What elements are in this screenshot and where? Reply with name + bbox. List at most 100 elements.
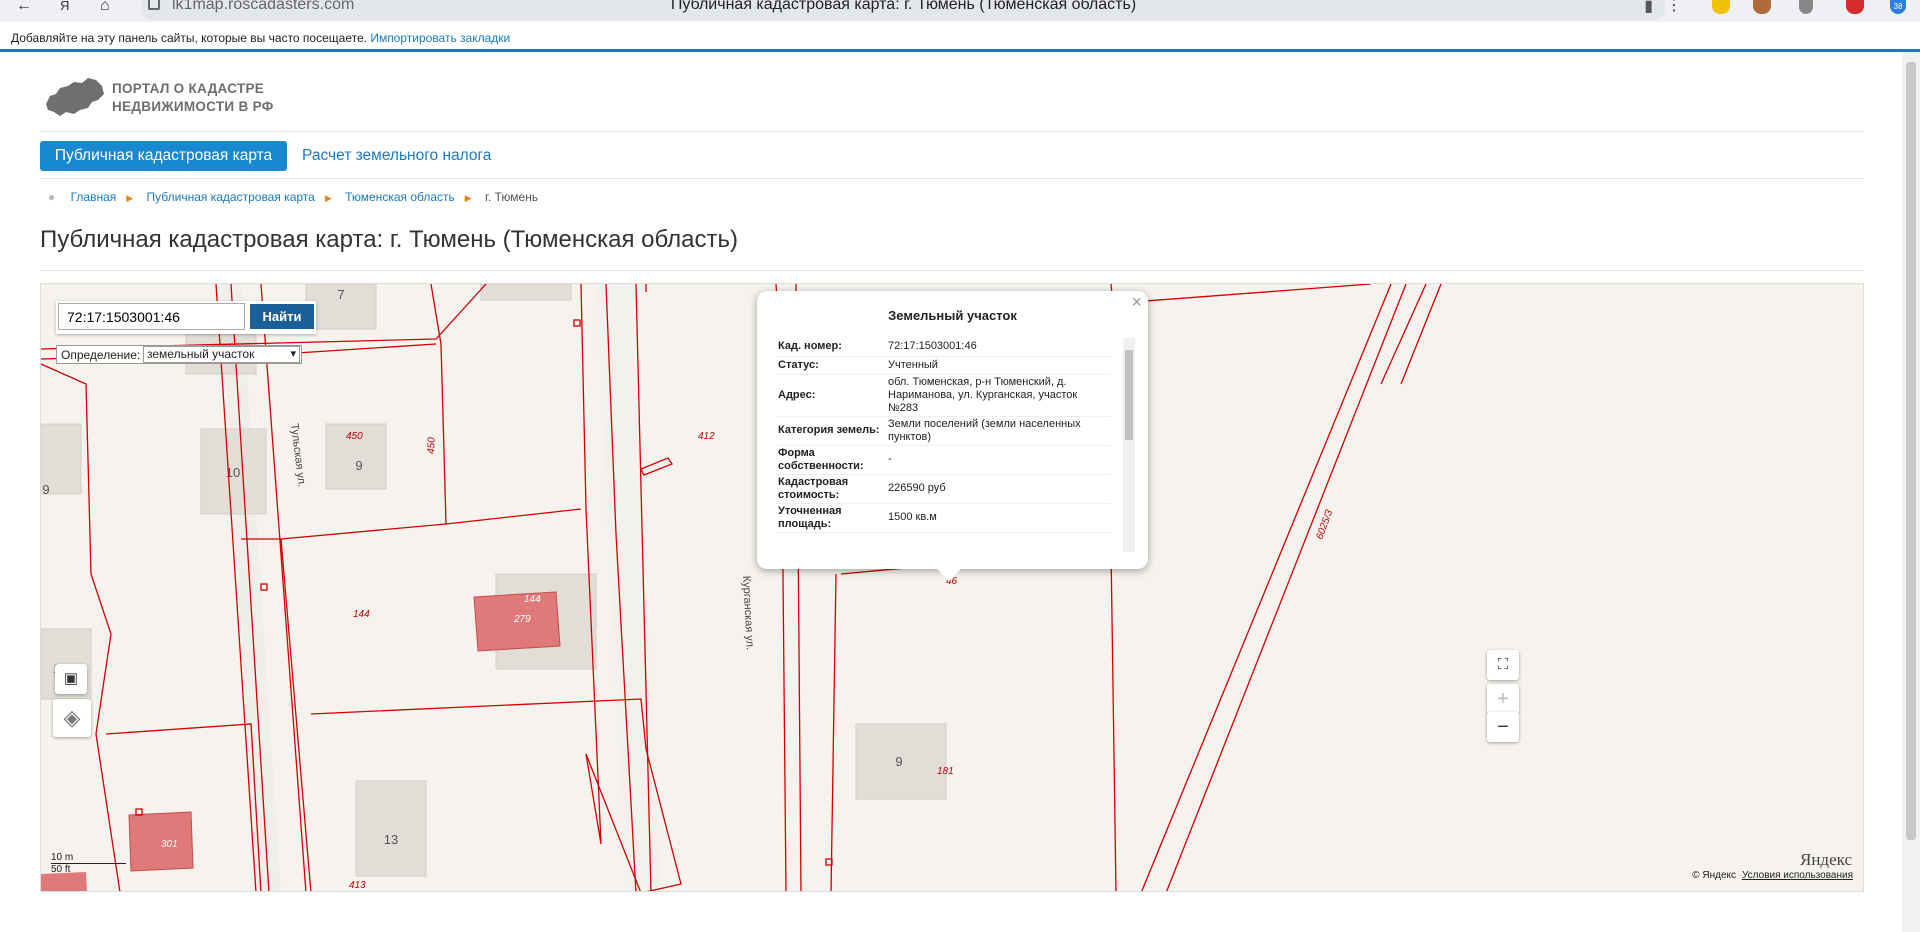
info-value: 72:17:1503001:46: [886, 338, 1111, 357]
terms-link[interactable]: Условия использования: [1742, 870, 1853, 881]
divider: [40, 178, 1864, 179]
home-icon[interactable]: ⌂: [100, 0, 110, 16]
cadastral-map[interactable]: 7 9 9 9 10 11 13 Тульская ул. Курганская…: [40, 283, 1864, 892]
logo-line1: ПОРТАЛ О КАДАСТРЕ: [112, 81, 265, 96]
definition-label: Определение:: [61, 348, 141, 362]
map-copyright: © Яндекс Условия использования: [1692, 870, 1853, 881]
fullscreen-icon[interactable]: ⛶: [1487, 650, 1519, 680]
breadcrumb-region[interactable]: Тюменская область: [345, 190, 455, 204]
house-number: 9: [895, 754, 902, 769]
table-row: Кад. номер: 72:17:1503001:46: [776, 338, 1111, 357]
zoom-out-icon[interactable]: −: [1487, 712, 1519, 742]
site-logo-text[interactable]: ПОРТАЛ О КАДАСТРЕ НЕДВИЖИМОСТИ В РФ: [112, 80, 274, 116]
tab-land-tax[interactable]: Расчет земельного налога: [302, 141, 491, 171]
parcel-label: 144: [353, 609, 370, 620]
russia-map-logo-icon[interactable]: [44, 74, 106, 118]
parcel-label: 450: [346, 431, 363, 442]
house-number: 7: [337, 287, 344, 302]
map-scale: 10 m 50 ft: [51, 852, 146, 875]
info-value: -: [886, 445, 1111, 475]
table-row: Уточненная площадь: 1500 кв.м: [776, 503, 1111, 533]
divider: [40, 270, 1864, 271]
building: [480, 284, 572, 301]
back-arrow-icon[interactable]: ←: [16, 0, 32, 16]
breadcrumb-map[interactable]: Публичная кадастровая карта: [147, 190, 315, 204]
info-value: 1500 кв.м: [886, 503, 1111, 533]
info-value: обл. Тюменская, р-н Тюменский, д. Нарима…: [886, 374, 1111, 417]
house-number: 9: [355, 458, 362, 473]
info-key: Кадастровая стоимость:: [776, 474, 886, 504]
extension-icon[interactable]: [1846, 0, 1864, 14]
breadcrumb-arrow-icon: ▶: [324, 193, 332, 203]
page-scrollbar[interactable]: [1902, 52, 1920, 932]
ruler-icon[interactable]: ▣: [55, 664, 87, 694]
layers-icon[interactable]: ◈: [53, 699, 91, 737]
cadastral-search: Найти: [56, 301, 316, 334]
table-row: Кадастровая стоимость: 226590 руб: [776, 474, 1111, 504]
definition-filter: Определение: земельный участок: [56, 345, 302, 364]
zoom-in-icon[interactable]: +: [1487, 684, 1519, 714]
page-title: Публичная кадастровая карта: г. Тюмень (…: [40, 226, 738, 253]
breadcrumb-arrow-icon: ▶: [126, 193, 134, 203]
parcel-label: 144: [524, 594, 541, 605]
info-value: Земли поселений (земли населенных пункто…: [886, 416, 1111, 446]
popup-title: Земельный участок: [888, 308, 1017, 323]
find-button[interactable]: Найти: [250, 304, 314, 329]
menu-dots-icon[interactable]: ⋮: [1666, 0, 1682, 16]
parcel-label: 301: [161, 839, 178, 850]
import-bookmarks-link[interactable]: Импортировать закладки: [370, 31, 510, 45]
bookmark-icon[interactable]: ▮: [1644, 0, 1653, 16]
info-key: Категория земель:: [776, 416, 886, 446]
scrollbar-thumb[interactable]: [1125, 350, 1133, 440]
breadcrumb-arrow-icon: ▶: [464, 193, 472, 203]
house-number: 10: [226, 465, 240, 480]
breadcrumb-home[interactable]: Главная: [71, 190, 117, 204]
browser-toolbar: ← Я ⌂ lk1map.roscadasters.com Публичная …: [0, 0, 1920, 22]
tab-title: Публичная кадастровая карта: г. Тюмень (…: [670, 0, 1137, 13]
tab-cadastral-map[interactable]: Публичная кадастровая карта: [40, 141, 287, 171]
bookmarks-bar: Добавляйте на эту панель сайты, которые …: [0, 22, 1920, 52]
extension-icon[interactable]: [1799, 0, 1813, 14]
info-value: 226590 руб: [886, 474, 1111, 504]
copyright-text: © Яндекс: [1692, 870, 1736, 881]
info-key: Уточненная площадь:: [776, 503, 886, 533]
location-pin-icon: ●: [48, 190, 56, 204]
cadastral-number-input[interactable]: [58, 303, 245, 330]
info-key: Форма собственности:: [776, 445, 886, 475]
divider: [40, 131, 1864, 132]
highlighted-building: [41, 872, 87, 891]
info-key: Статус:: [776, 356, 886, 375]
yandex-logo[interactable]: Яндекс: [1800, 850, 1852, 870]
popup-scrollbar[interactable]: [1123, 338, 1135, 552]
scrollbar-thumb[interactable]: [1906, 62, 1916, 840]
definition-select[interactable]: земельный участок: [143, 346, 300, 363]
building: [355, 780, 427, 877]
table-row: Статус: Учтенный: [776, 356, 1111, 375]
scale-metric: 10 m: [51, 852, 126, 864]
parcel-info-popup: × Земельный участок Кад. номер: 72:17:150…: [757, 291, 1148, 581]
notifications-badge[interactable]: 38: [1890, 0, 1906, 14]
parcel-label: 412: [698, 431, 715, 442]
breadcrumb-current: г. Тюмень: [485, 190, 539, 204]
parcel-label: 450: [426, 437, 438, 454]
bookmarks-prompt: Добавляйте на эту панель сайты, которые …: [11, 31, 367, 45]
parcel-label: 413: [349, 880, 366, 891]
parcel-label: 279: [513, 614, 531, 625]
street-label: Тульская ул.: [288, 423, 308, 488]
logo-line2: НЕДВИЖИМОСТИ В РФ: [112, 99, 274, 114]
table-row: Форма собственности: -: [776, 445, 1111, 475]
parcel-label: 6025/3: [1314, 508, 1335, 541]
table-row: Адрес: обл. Тюменская, р-н Тюменский, д. …: [776, 374, 1111, 417]
extension-icon[interactable]: [1753, 0, 1771, 14]
info-key: Кад. номер:: [776, 338, 886, 357]
popup-pointer: [937, 569, 961, 581]
parcel-info-table: Кад. номер: 72:17:1503001:46 Статус: Учтен…: [776, 338, 1111, 533]
address-bar[interactable]: lk1map.roscadasters.com Публичная кадаст…: [142, 0, 1665, 20]
parcel-label: 181: [937, 766, 954, 777]
breadcrumb: ● Главная ▶ Публичная кадастровая карта ▶ …: [48, 190, 548, 204]
table-row: Категория земель: Земли поселений (земли …: [776, 416, 1111, 446]
street-label: Курганская ул.: [740, 576, 756, 651]
extension-icon[interactable]: [1712, 0, 1730, 14]
info-key: Адрес:: [776, 374, 886, 417]
yandex-browser-icon[interactable]: Я: [60, 0, 69, 16]
